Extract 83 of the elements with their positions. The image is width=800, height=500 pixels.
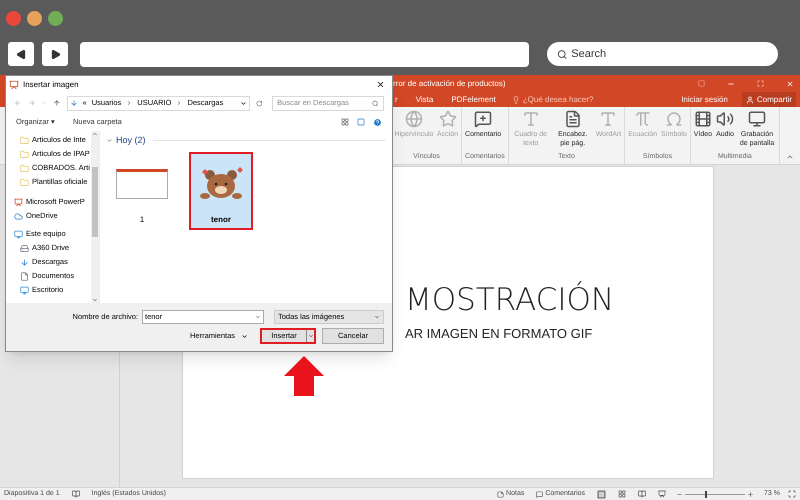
- app-icon: [9, 80, 19, 90]
- slide-thumbnail: [116, 168, 168, 198]
- search-icon: [372, 100, 379, 106]
- folder-icon: [20, 136, 29, 144]
- star-icon: [438, 110, 456, 128]
- group-header: Hoy (2): [116, 134, 146, 147]
- slide-title: MOSTRACIÓN: [405, 282, 616, 318]
- folder-icon: [20, 150, 29, 158]
- refresh-icon[interactable]: [256, 100, 262, 106]
- zoom-in-icon[interactable]: [747, 490, 754, 498]
- caret-icon: [308, 333, 314, 339]
- maximize-window-icon[interactable]: [48, 11, 63, 26]
- file-name: 1: [140, 214, 144, 226]
- scrollbar[interactable]: [91, 131, 99, 303]
- back-button[interactable]: [8, 42, 34, 66]
- minimize-window-icon[interactable]: [27, 11, 42, 26]
- folder-icon: [20, 164, 29, 172]
- comment-icon: [536, 490, 544, 498]
- normal-view-icon[interactable]: [597, 490, 606, 498]
- scroll-up-icon[interactable]: [92, 131, 98, 137]
- forward-icon: [50, 48, 60, 60]
- zoom-thumb[interactable]: [704, 490, 707, 498]
- dialog-title: Insertar imagen: [23, 78, 79, 90]
- search-icon: [557, 48, 568, 60]
- lightbulb-icon: [512, 96, 520, 104]
- file-name: tenor: [211, 214, 231, 226]
- sign-in-link[interactable]: Iniciar sesión: [681, 94, 728, 106]
- desktop-icon: [20, 286, 29, 294]
- restore-icon[interactable]: [757, 80, 764, 87]
- notes-icon: [497, 490, 504, 498]
- preview-pane-icon[interactable]: [357, 118, 365, 126]
- arrow-icon: [283, 356, 325, 396]
- pi-icon: [634, 110, 652, 128]
- cloud-icon: [14, 212, 23, 220]
- text-icon: [522, 110, 540, 128]
- up-icon[interactable]: [52, 99, 61, 107]
- document-icon: [564, 110, 582, 128]
- close-icon[interactable]: [376, 80, 385, 89]
- comment-icon: [474, 110, 492, 128]
- share-button[interactable]: Compartir: [742, 92, 796, 107]
- view-icon[interactable]: [341, 118, 349, 126]
- grid-view-icon[interactable]: [618, 490, 626, 498]
- file-item[interactable]: tenor: [189, 152, 253, 230]
- collapse-ribbon-icon[interactable]: [786, 153, 794, 161]
- window-title: rror de activación de productos): [393, 78, 506, 90]
- split-caret[interactable]: [306, 330, 314, 342]
- person-icon: [746, 96, 754, 104]
- search-bar[interactable]: Search: [547, 42, 778, 66]
- caret-icon: [241, 332, 248, 340]
- globe-icon: [405, 110, 423, 128]
- ribbon-tab[interactable]: Vista: [414, 92, 436, 107]
- slide-subtitle: AR IMAGEN EN FORMATO GIF: [405, 325, 594, 343]
- help-icon[interactable]: [373, 118, 382, 126]
- monitor-icon: [748, 110, 766, 128]
- dropdown-icon[interactable]: [255, 314, 261, 320]
- chevron-icon: [176, 100, 182, 106]
- letter-icon: [599, 110, 618, 128]
- app-icon: [14, 198, 23, 206]
- dropdown-icon: [374, 314, 380, 320]
- file-item[interactable]: 1: [110, 152, 174, 230]
- slideshow-icon[interactable]: [658, 490, 666, 498]
- back-icon: [16, 48, 26, 60]
- drive-icon: [20, 244, 29, 252]
- omega-icon: [664, 110, 683, 128]
- computer-icon: [14, 230, 23, 238]
- ribbon-tab[interactable]: r: [393, 92, 400, 107]
- download-icon: [70, 99, 78, 107]
- chevron-icon: [126, 100, 132, 106]
- forward-button[interactable]: [42, 42, 68, 66]
- film-icon: [694, 110, 712, 128]
- search-input[interactable]: Search: [571, 46, 768, 62]
- spelling-icon[interactable]: [72, 490, 80, 498]
- fit-slide-icon[interactable]: [788, 490, 796, 498]
- address-bar[interactable]: [80, 42, 529, 66]
- document-icon: [20, 272, 29, 280]
- reading-view-icon[interactable]: [638, 490, 646, 498]
- ribbon-tab[interactable]: PDFelement: [449, 92, 498, 107]
- folder-icon: [20, 178, 29, 186]
- download-icon: [20, 258, 29, 266]
- scroll-down-icon[interactable]: [92, 297, 98, 303]
- collapse-icon[interactable]: [106, 137, 113, 144]
- dropdown-icon[interactable]: [240, 100, 247, 106]
- speaker-icon: [716, 110, 734, 128]
